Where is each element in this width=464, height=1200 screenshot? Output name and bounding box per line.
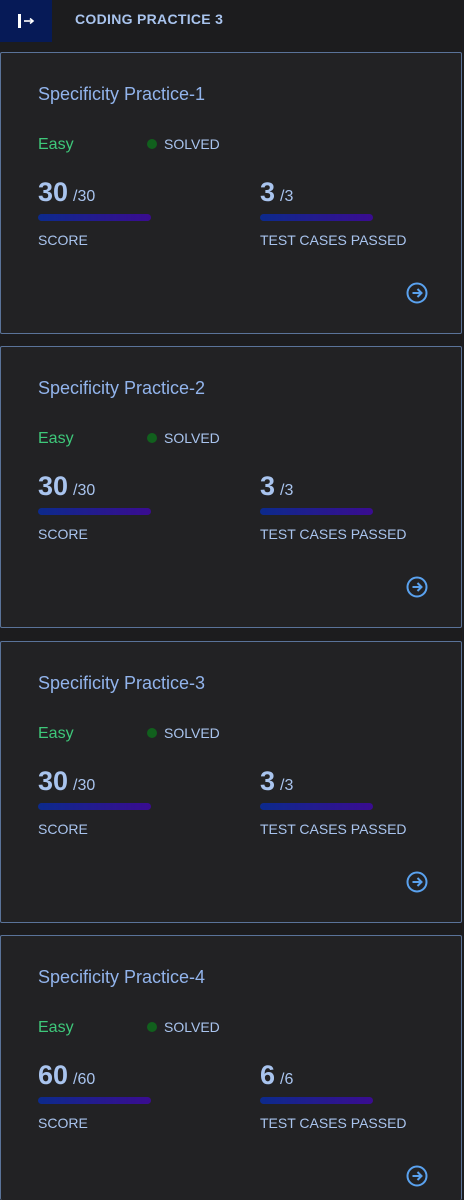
card-title[interactable]: Specificity Practice-3 [38,673,205,694]
test-cases-progress-bar [260,508,373,515]
difficulty-label: Easy [38,725,74,742]
test-cases-metric: 3 /3 TEST CASES PASSED [260,471,407,542]
card-title[interactable]: Specificity Practice-2 [38,378,205,399]
score-progress-bar [38,1097,151,1104]
status-badge: SOLVED [147,430,220,446]
test-cases-total: /6 [280,1071,294,1088]
top-bar: CODING PRACTICE 3 [0,0,464,42]
arrow-right-circle-icon[interactable] [406,871,428,893]
sidebar-toggle-button[interactable] [0,0,52,42]
test-cases-progress-fill [260,803,373,810]
arrow-right-circle-icon[interactable] [406,576,428,598]
page-title: CODING PRACTICE 3 [75,11,224,27]
score-label: SCORE [38,821,88,837]
practice-card[interactable]: Specificity Practice-3 Easy SOLVED 30 /3… [0,641,462,923]
practice-card[interactable]: Specificity Practice-2 Easy SOLVED 30 /3… [0,346,462,628]
solved-dot-icon [147,139,157,149]
score-total: /30 [73,482,96,499]
test-cases-metric: 3 /3 TEST CASES PASSED [260,766,407,837]
test-cases-value: 6 [260,1060,276,1090]
card-title[interactable]: Specificity Practice-4 [38,967,205,988]
test-cases-progress-fill [260,1097,373,1104]
arrow-right-circle-icon[interactable] [406,1165,428,1187]
test-cases-value: 3 [260,471,276,501]
test-cases-label: TEST CASES PASSED [260,526,407,542]
score-value: 30 [38,766,69,796]
score-metric: 30 /30 SCORE [38,177,151,248]
score-label: SCORE [38,526,88,542]
test-cases-progress-bar [260,1097,373,1104]
test-cases-label: TEST CASES PASSED [260,1115,407,1131]
status-badge: SOLVED [147,136,220,152]
score-progress-fill [38,214,151,221]
test-cases-progress-bar [260,803,373,810]
difficulty-label: Easy [38,1019,74,1036]
score-total: /60 [73,1071,96,1088]
score-progress-bar [38,803,151,810]
score-metric: 30 /30 SCORE [38,471,151,542]
score-label: SCORE [38,1115,88,1131]
solved-dot-icon [147,433,157,443]
score-value: 60 [38,1060,69,1090]
status-badge: SOLVED [147,725,220,741]
test-cases-label: TEST CASES PASSED [260,821,407,837]
test-cases-progress-fill [260,508,373,515]
score-progress-bar [38,214,151,221]
score-total: /30 [73,777,96,794]
test-cases-metric: 3 /3 TEST CASES PASSED [260,177,407,248]
score-progress-bar [38,508,151,515]
score-progress-fill [38,1097,151,1104]
test-cases-progress-bar [260,214,373,221]
test-cases-value: 3 [260,766,276,796]
difficulty-label: Easy [38,136,74,153]
solved-dot-icon [147,1022,157,1032]
score-total: /30 [73,188,96,205]
test-cases-total: /3 [280,482,294,499]
score-progress-fill [38,508,151,515]
test-cases-label: TEST CASES PASSED [260,232,407,248]
score-progress-fill [38,803,151,810]
test-cases-total: /3 [280,777,294,794]
test-cases-metric: 6 /6 TEST CASES PASSED [260,1060,407,1131]
solved-dot-icon [147,728,157,738]
status-label: SOLVED [164,1019,220,1035]
score-metric: 60 /60 SCORE [38,1060,151,1131]
score-label: SCORE [38,232,88,248]
difficulty-label: Easy [38,430,74,447]
score-metric: 30 /30 SCORE [38,766,151,837]
score-value: 30 [38,471,69,501]
practice-card[interactable]: Specificity Practice-1 Easy SOLVED 30 /3… [0,52,462,334]
test-cases-total: /3 [280,188,294,205]
practice-card[interactable]: Specificity Practice-4 Easy SOLVED 60 /6… [0,935,462,1200]
card-title[interactable]: Specificity Practice-1 [38,84,205,105]
score-value: 30 [38,177,69,207]
status-label: SOLVED [164,430,220,446]
status-label: SOLVED [164,136,220,152]
sidebar-toggle-icon [18,14,35,28]
test-cases-value: 3 [260,177,276,207]
status-badge: SOLVED [147,1019,220,1035]
arrow-right-circle-icon[interactable] [406,282,428,304]
status-label: SOLVED [164,725,220,741]
test-cases-progress-fill [260,214,373,221]
